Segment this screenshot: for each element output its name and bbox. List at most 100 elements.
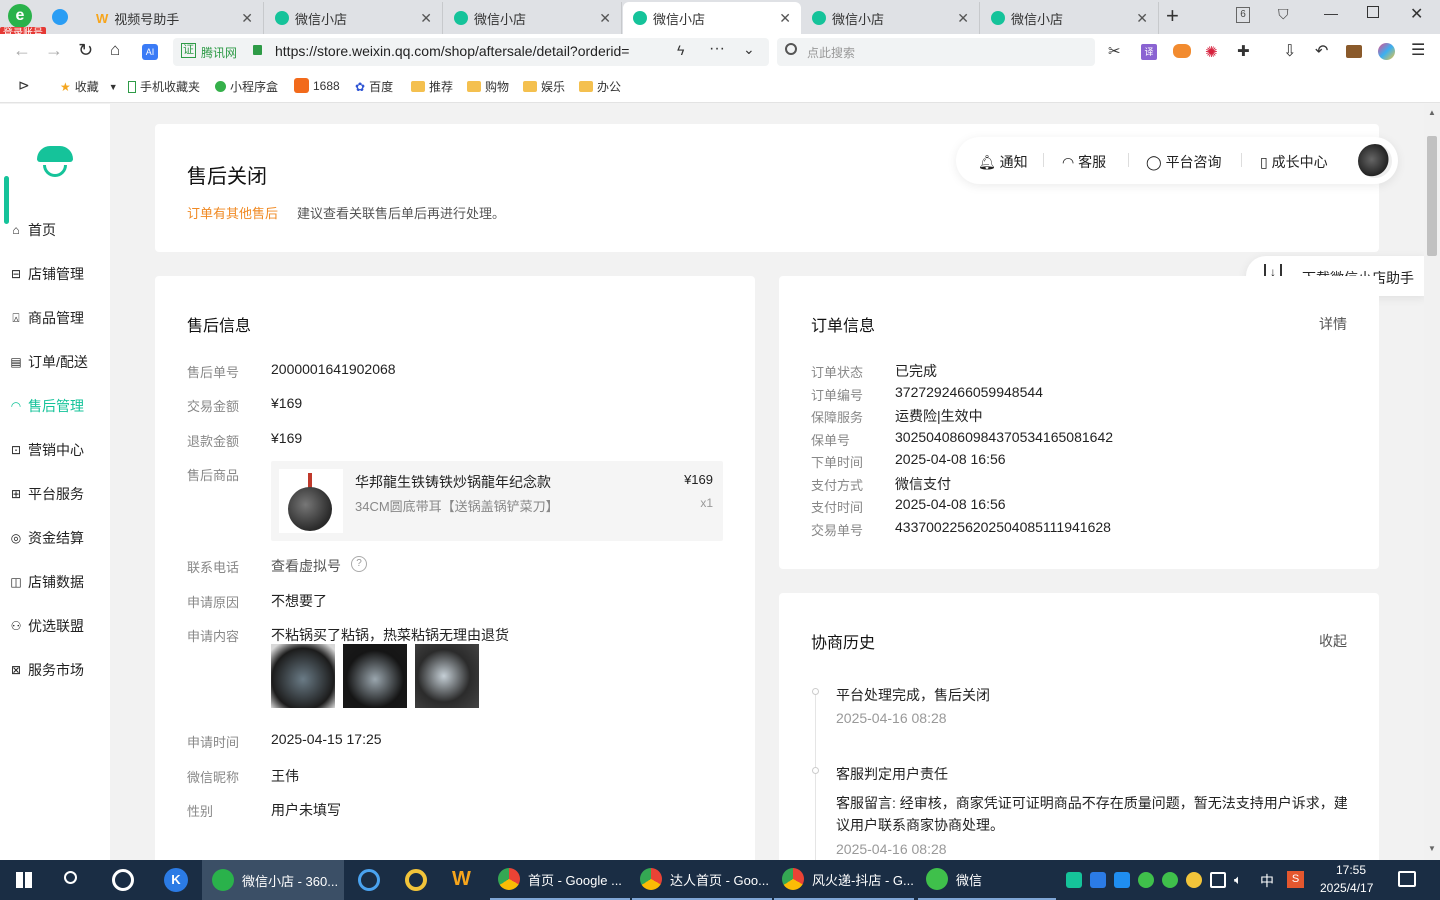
collapse-link[interactable]: 收起 <box>1319 631 1347 651</box>
address-box[interactable]: 证 腾讯网 https://store.weixin.qq.com/shop/a… <box>173 38 769 66</box>
ime-indicator[interactable]: 中 <box>1260 871 1274 891</box>
tab-weixin-store-active[interactable]: 微信小店 ✕ <box>623 2 801 34</box>
bookmark-folder-shopping[interactable]: 购物 <box>467 78 509 95</box>
sidebar-item-shop[interactable]: ⊟ 店铺管理 <box>10 264 84 284</box>
tencent-meeting-icon[interactable] <box>358 869 380 891</box>
reload-icon[interactable]: ↻ <box>78 40 93 61</box>
sidebar-item-platform[interactable]: ⊞ 平台服务 <box>10 484 84 504</box>
tab-video-assistant[interactable]: W 视频号助手 ✕ <box>86 2 264 34</box>
sidebar-item-aftersale[interactable]: ◠ 售后管理 <box>10 396 84 416</box>
scroll-down-icon[interactable]: ▼ <box>1428 844 1436 853</box>
scissors-icon[interactable]: ✂ <box>1108 42 1121 60</box>
help-icon[interactable]: ? <box>351 556 367 572</box>
tab-weixin-store[interactable]: 微信小店 ✕ <box>265 2 443 34</box>
bookmark-baidu[interactable]: ✿ 百度 <box>355 78 393 95</box>
customer-service-button[interactable]: ◠ 客服 <box>1062 152 1106 172</box>
new-tab-button[interactable]: + <box>1166 3 1179 29</box>
tab-count-button[interactable]: 6 <box>1236 7 1250 23</box>
kuaizip-icon[interactable]: K <box>164 868 188 892</box>
close-icon[interactable]: ✕ <box>957 10 969 27</box>
volume-icon[interactable]: 🔈︎ <box>1234 872 1242 888</box>
ai-icon[interactable]: AI <box>142 44 158 60</box>
notification-button[interactable]: 🔔︎ 通知 <box>978 152 1028 172</box>
platform-consult-button[interactable]: ◯ 平台咨询 <box>1146 152 1222 172</box>
taskbar-app-chrome-douyin[interactable]: 风火递-抖店 - G... <box>774 860 914 900</box>
close-icon[interactable]: ✕ <box>599 10 611 27</box>
taskbar-app-wechat[interactable]: 微信 <box>918 860 1056 900</box>
close-icon[interactable]: ✕ <box>1136 10 1148 27</box>
network-icon[interactable] <box>1210 872 1226 888</box>
view-virtual-number-link[interactable]: 查看虚拟号 <box>271 556 341 576</box>
sidebar-item-home[interactable]: ⌂ 首页 <box>10 220 56 240</box>
more-icon[interactable]: ··· <box>709 40 725 58</box>
tab-weixin-store[interactable]: 微信小店 ✕ <box>981 2 1159 34</box>
telegram-icon[interactable] <box>52 9 68 25</box>
search-box[interactable]: 点此搜索 <box>777 38 1095 66</box>
taskbar-app-360-browser[interactable]: 微信小店 - 360... <box>202 860 344 900</box>
bookmark-folder-office[interactable]: 办公 <box>579 78 621 95</box>
game-icon[interactable] <box>1173 44 1191 58</box>
order-detail-link[interactable]: 详情 <box>1319 314 1347 334</box>
notification-center-icon[interactable] <box>1398 871 1416 887</box>
app-icon[interactable] <box>112 869 134 891</box>
shop-avatar[interactable] <box>1358 144 1392 178</box>
tray-app-icon[interactable] <box>1114 872 1130 888</box>
close-icon[interactable]: ✕ <box>779 10 791 27</box>
clock-date[interactable]: 2025/4/17 <box>1320 881 1373 895</box>
sidebar-item-products[interactable]: ⍓ 商品管理 <box>10 308 84 328</box>
browser-logo-icon[interactable]: e <box>8 4 32 28</box>
shirt-icon[interactable]: ⛉ <box>1278 6 1289 23</box>
shop-logo[interactable] <box>37 146 73 180</box>
bookmark-favorites[interactable]: ★ 收藏 ▼ <box>60 78 118 95</box>
chevron-down-icon[interactable]: ⌄ <box>743 41 755 58</box>
bookmark-mobile[interactable]: 手机收藏夹 <box>128 78 200 95</box>
tab-weixin-store[interactable]: 微信小店 ✕ <box>802 2 980 34</box>
scroll-up-icon[interactable]: ▲ <box>1428 108 1436 117</box>
home-icon[interactable]: ⌂ <box>110 40 120 60</box>
growth-center-button[interactable]: ▯ 成长中心 <box>1260 152 1328 172</box>
sidebar-item-alliance[interactable]: ⚇ 优选联盟 <box>10 616 84 636</box>
tray-app-icon[interactable] <box>1186 872 1202 888</box>
undo-icon[interactable]: ↶ <box>1315 41 1328 61</box>
related-aftersale-link[interactable]: 订单有其他售后 <box>187 203 278 222</box>
bookmark-folder-entertainment[interactable]: 娱乐 <box>523 78 565 95</box>
close-icon[interactable]: ✕ <box>241 10 253 27</box>
evidence-image[interactable] <box>343 644 407 708</box>
clock-time[interactable]: 17:55 <box>1336 863 1366 877</box>
tray-app-icon[interactable] <box>1066 872 1082 888</box>
tab-weixin-store[interactable]: 微信小店 ✕ <box>444 2 622 34</box>
restore-button[interactable] <box>1367 6 1379 18</box>
sidebar-item-market[interactable]: ⊠ 服务市场 <box>10 660 84 680</box>
translate-icon[interactable]: 译 <box>1141 44 1157 60</box>
huawei-icon[interactable]: ✺ <box>1205 43 1218 61</box>
lightning-icon[interactable]: ϟ <box>677 42 684 58</box>
close-icon[interactable]: ✕ <box>420 10 432 27</box>
product-card[interactable]: 华邦龍生铁铸铁炒锅龍年纪念款 34CM圆底带耳【送锅盖锅铲菜刀】 ¥169 x1 <box>271 461 723 541</box>
bookmark-1688[interactable]: 1688 <box>294 78 340 93</box>
video-assistant-icon[interactable]: W <box>452 868 471 891</box>
input-method-icon[interactable]: S <box>1287 871 1304 888</box>
sidebar-toggle-icon[interactable]: ⊳ <box>18 77 30 94</box>
wechat-icon[interactable] <box>1162 872 1178 888</box>
bookmark-folder-recommend[interactable]: 推荐 <box>411 78 453 95</box>
bookmark-miniprogram[interactable]: 小程序盒 <box>215 78 278 95</box>
sidebar-item-marketing[interactable]: ⊡ 营销中心 <box>10 440 84 460</box>
windows-start-icon[interactable] <box>16 872 32 888</box>
sidebar-item-orders[interactable]: ▤ 订单/配送 <box>10 352 88 372</box>
close-window-button[interactable]: ✕ <box>1410 4 1423 24</box>
sidebar-item-data[interactable]: ◫ 店铺数据 <box>10 572 84 592</box>
menu-icon[interactable]: ☰ <box>1411 40 1425 60</box>
download-icon[interactable]: ⇩ <box>1283 41 1296 61</box>
taskbar-app-chrome-home[interactable]: 首页 - Google ... <box>490 860 630 900</box>
back-icon[interactable]: ← <box>13 40 31 61</box>
forward-icon[interactable]: → <box>45 40 63 61</box>
search-icon[interactable] <box>64 871 77 884</box>
briefcase-icon[interactable] <box>1346 45 1362 58</box>
evidence-image[interactable] <box>415 644 479 708</box>
product-image[interactable] <box>279 469 343 533</box>
tray-app-icon[interactable] <box>1090 872 1106 888</box>
page-scrollbar[interactable]: ▲ ▼ <box>1424 104 1440 860</box>
evidence-image[interactable] <box>271 644 335 708</box>
extensions-icon[interactable]: ✚ <box>1237 42 1250 60</box>
qianniu-icon[interactable] <box>405 869 427 891</box>
